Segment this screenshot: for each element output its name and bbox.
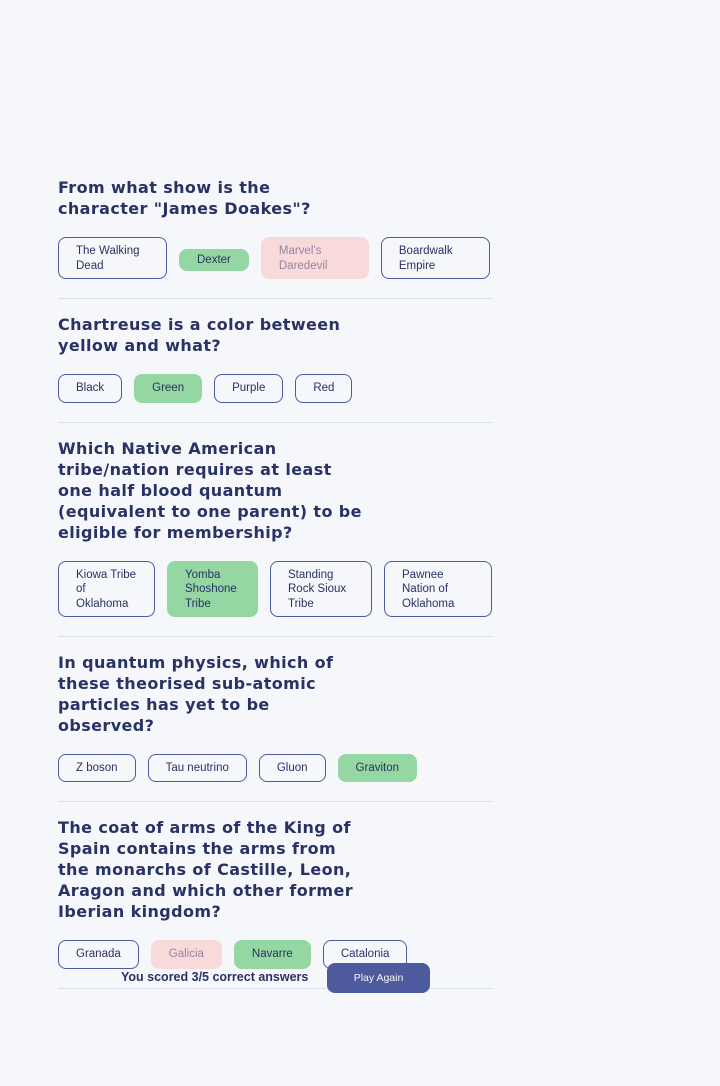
answer-option-correct[interactable]: Navarre [233,940,311,969]
score-text: You scored 3/5 correct answers [121,970,309,984]
answer-option[interactable]: Standing Rock Sioux Tribe [270,560,372,617]
answer-option[interactable]: Tau neutrino [147,753,247,782]
question-block: From what show is the character "James D… [58,177,493,299]
answer-option[interactable]: Boardwalk Empire [380,237,490,279]
answer-option[interactable]: Red [295,374,353,403]
question-text: Chartreuse is a color between yellow and… [58,315,341,355]
question-block: Which Native American tribe/nation requi… [58,438,493,637]
answer-option[interactable]: Black [58,374,123,403]
answer-option[interactable]: Z boson [58,753,136,782]
answer-option-correct[interactable]: Dexter [179,249,249,271]
question-text: In quantum physics, which of these theor… [58,652,334,735]
question-text: The coat of arms of the King of Spain co… [58,818,353,921]
answer-option-wrong[interactable]: Marvel's Daredevil [260,237,369,279]
question-text: Which Native American tribe/nation requi… [58,438,362,542]
answer-option[interactable]: Pawnee Nation of Oklahoma [384,560,492,617]
answer-group: Black Green Purple Red [58,374,493,403]
answer-group: Z boson Tau neutrino Gluon Graviton [58,753,493,782]
answer-option[interactable]: Gluon [258,753,326,782]
answer-option[interactable]: Kiowa Tribe of Oklahoma [58,560,155,617]
answer-option-wrong[interactable]: Galicia [150,940,222,969]
answer-group: Granada Galicia Navarre Catalonia [58,940,493,969]
question-block: In quantum physics, which of these theor… [58,652,493,802]
play-again-button[interactable]: Play Again [327,963,430,993]
question-block: Chartreuse is a color between yellow and… [58,314,493,423]
answer-group: The Walking Dead Dexter Marvel's Daredev… [58,237,493,279]
answer-option[interactable]: Purple [214,374,284,403]
answer-group: Kiowa Tribe of Oklahoma Yomba Shoshone T… [58,560,493,617]
answer-option-correct[interactable]: Green [134,374,203,403]
answer-option[interactable]: The Walking Dead [58,237,167,279]
answer-option-correct[interactable]: Yomba Shoshone Tribe [167,560,258,617]
question-block: The coat of arms of the King of Spain co… [58,817,493,989]
answer-option[interactable]: Granada [58,940,139,969]
answer-option-correct[interactable]: Graviton [337,753,418,782]
question-text: From what show is the character "James D… [58,178,311,218]
quiz-container: From what show is the character "James D… [58,177,493,1004]
